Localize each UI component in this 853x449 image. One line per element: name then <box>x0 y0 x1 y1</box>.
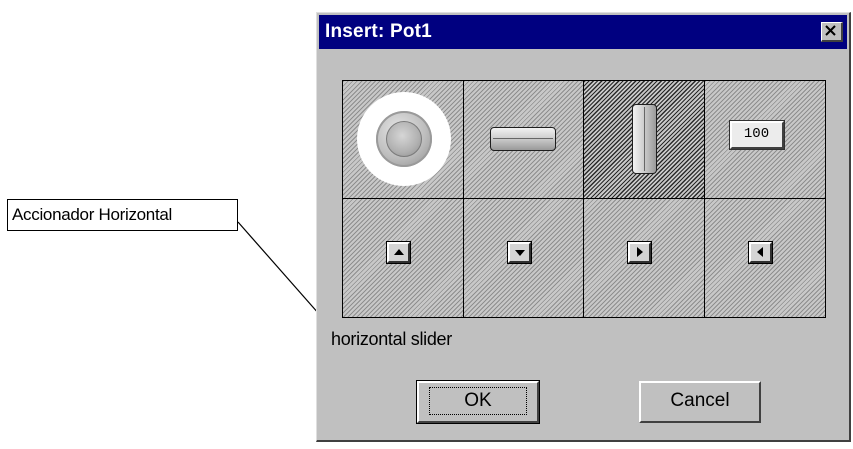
option-up-button[interactable] <box>343 199 464 317</box>
horizontal-slider-icon <box>489 127 556 151</box>
up-arrow-icon <box>386 241 411 264</box>
insert-dialog: Insert: Pot1 100 horizontal slider OK Ca… <box>316 12 851 442</box>
option-knob[interactable] <box>343 81 464 199</box>
left-arrow-icon <box>747 241 773 264</box>
number-display-value: 100 <box>743 126 770 142</box>
option-left-button[interactable] <box>704 199 825 317</box>
rotary-knob-icon <box>357 92 451 186</box>
option-number-display[interactable]: 100 <box>704 81 825 199</box>
ok-button[interactable]: OK <box>416 380 540 424</box>
number-display-icon: 100 <box>728 120 785 150</box>
option-right-button[interactable] <box>584 199 705 317</box>
cancel-button-label: Cancel <box>670 390 730 411</box>
control-type-grid: 100 <box>342 80 826 318</box>
cancel-button[interactable]: Cancel <box>639 381 761 423</box>
option-vertical-slider[interactable] <box>584 81 705 199</box>
status-description: horizontal slider <box>331 329 452 349</box>
down-arrow-icon <box>506 241 532 264</box>
close-button[interactable] <box>821 22 843 42</box>
option-horizontal-slider[interactable] <box>463 81 584 199</box>
ok-button-label: OK <box>429 387 527 415</box>
vertical-slider-icon <box>632 104 657 174</box>
title-bar[interactable]: Insert: Pot1 <box>319 15 847 49</box>
option-down-button[interactable] <box>463 199 584 317</box>
right-arrow-icon <box>627 241 652 264</box>
close-icon <box>825 25 836 36</box>
dialog-title: Insert: Pot1 <box>325 21 432 42</box>
